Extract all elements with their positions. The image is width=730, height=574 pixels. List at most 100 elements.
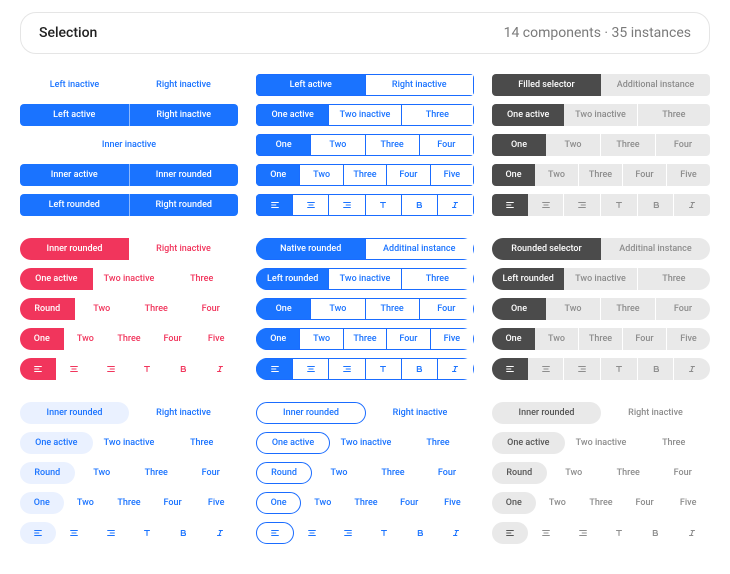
seg-one[interactable]: One: [256, 492, 301, 514]
bold-icon[interactable]: [402, 522, 438, 544]
align-center-icon[interactable]: [528, 194, 564, 216]
seg-left-rounded[interactable]: Left rounded: [20, 194, 129, 216]
type-icon[interactable]: [129, 522, 165, 544]
seg-three[interactable]: Three: [601, 462, 656, 484]
seg-three[interactable]: Three: [402, 432, 474, 454]
align-left-icon[interactable]: [256, 358, 293, 380]
seg-one[interactable]: One: [256, 134, 311, 156]
align-right-icon[interactable]: [563, 194, 600, 216]
align-left-icon[interactable]: [492, 522, 528, 544]
seg-two[interactable]: Two: [300, 328, 343, 350]
seg-right-inactive[interactable]: Right inactive: [366, 74, 475, 96]
seg-two[interactable]: Two: [75, 298, 130, 320]
italic-icon[interactable]: [674, 522, 710, 544]
align-right-icon[interactable]: [329, 194, 365, 216]
seg-two[interactable]: Two: [312, 462, 366, 484]
seg-three[interactable]: Three: [402, 104, 474, 126]
align-center-icon[interactable]: [56, 522, 92, 544]
seg-additinal-instance[interactable]: Additinal instance: [601, 238, 710, 260]
seg-three[interactable]: Three: [344, 492, 387, 514]
seg-native-rounded[interactable]: Native rounded: [256, 238, 366, 260]
seg-two[interactable]: Two: [546, 134, 600, 156]
italic-icon[interactable]: [202, 358, 238, 380]
seg-inner-active[interactable]: Inner active: [20, 164, 129, 186]
italic-icon[interactable]: [673, 358, 710, 380]
seg-one[interactable]: One: [492, 328, 535, 350]
seg-right-inactive[interactable]: Right inactive: [129, 74, 238, 96]
seg-one-active[interactable]: One active: [20, 432, 93, 454]
seg-two-inactive[interactable]: Two inactive: [329, 268, 401, 290]
align-center-icon[interactable]: [294, 522, 330, 544]
type-icon[interactable]: [366, 522, 402, 544]
seg-right-inactive[interactable]: Right inactive: [129, 104, 239, 126]
seg-five[interactable]: Five: [431, 328, 474, 350]
seg-additinal-instance[interactable]: Additinal instance: [366, 238, 475, 260]
seg-right-inactive[interactable]: Right inactive: [366, 402, 474, 424]
seg-two-inactive[interactable]: Two inactive: [565, 432, 638, 454]
align-right-icon[interactable]: [93, 522, 129, 544]
seg-four[interactable]: Four: [184, 462, 239, 484]
seg-round[interactable]: Round: [492, 462, 547, 484]
seg-four[interactable]: Four: [656, 462, 711, 484]
bold-icon[interactable]: [637, 522, 673, 544]
seg-two[interactable]: Two: [301, 492, 344, 514]
bold-icon[interactable]: [637, 358, 674, 380]
type-icon[interactable]: [129, 358, 165, 380]
type-icon[interactable]: [600, 358, 637, 380]
seg-four[interactable]: Four: [151, 328, 195, 350]
italic-icon[interactable]: [673, 194, 710, 216]
align-center-icon[interactable]: [528, 522, 564, 544]
seg-two[interactable]: Two: [300, 164, 343, 186]
seg-inner-rounded[interactable]: Inner rounded: [20, 402, 129, 424]
align-left-icon[interactable]: [256, 194, 293, 216]
seg-two[interactable]: Two: [535, 164, 578, 186]
seg-three[interactable]: Three: [129, 462, 184, 484]
bold-icon[interactable]: [402, 358, 438, 380]
seg-right-rounded[interactable]: Right rounded: [129, 194, 239, 216]
seg-three[interactable]: Three: [600, 134, 655, 156]
seg-two[interactable]: Two: [311, 298, 365, 320]
seg-two[interactable]: Two: [64, 328, 108, 350]
seg-three[interactable]: Three: [578, 328, 622, 350]
seg-three[interactable]: Three: [402, 268, 474, 290]
seg-four[interactable]: Four: [622, 328, 666, 350]
align-left-icon[interactable]: [20, 358, 56, 380]
seg-right-inactive[interactable]: Right inactive: [129, 402, 238, 424]
seg-inner-rounded[interactable]: Inner rounded: [129, 164, 239, 186]
seg-one-active[interactable]: One active: [256, 104, 329, 126]
seg-two[interactable]: Two: [75, 462, 130, 484]
seg-five[interactable]: Five: [431, 164, 474, 186]
seg-one[interactable]: One: [256, 164, 300, 186]
seg-inner-rounded[interactable]: Inner rounded: [20, 238, 129, 260]
align-center-icon[interactable]: [293, 358, 329, 380]
bold-icon[interactable]: [637, 194, 674, 216]
seg-two[interactable]: Two: [536, 492, 580, 514]
seg-left-inactive[interactable]: Left inactive: [20, 74, 129, 96]
seg-one[interactable]: One: [492, 492, 536, 514]
seg-rounded-selector[interactable]: Rounded selector: [492, 238, 601, 260]
seg-left-rounded[interactable]: Left rounded: [492, 268, 564, 290]
seg-left-active[interactable]: Left active: [20, 104, 129, 126]
seg-one[interactable]: One: [256, 298, 311, 320]
seg-three[interactable]: Three: [107, 492, 151, 514]
seg-three[interactable]: Three: [366, 298, 420, 320]
seg-right-inactive[interactable]: Right inactive: [129, 238, 238, 260]
seg-two[interactable]: Two: [64, 492, 108, 514]
seg-filled-selector[interactable]: Filled selector: [492, 74, 601, 96]
italic-icon[interactable]: [438, 522, 474, 544]
align-center-icon[interactable]: [56, 358, 92, 380]
seg-three[interactable]: Three: [578, 164, 622, 186]
seg-two-inactive[interactable]: Two inactive: [329, 104, 401, 126]
align-center-icon[interactable]: [528, 358, 564, 380]
seg-two-inactive[interactable]: Two inactive: [93, 268, 166, 290]
type-icon[interactable]: [601, 522, 637, 544]
align-left-icon[interactable]: [20, 522, 56, 544]
align-center-icon[interactable]: [293, 194, 329, 216]
align-left-icon[interactable]: [492, 358, 528, 380]
seg-three[interactable]: Three: [637, 432, 710, 454]
seg-inner-rounded[interactable]: Inner rounded: [492, 402, 601, 424]
seg-one-active[interactable]: One active: [492, 432, 565, 454]
seg-three[interactable]: Three: [366, 462, 420, 484]
italic-icon[interactable]: [438, 358, 474, 380]
seg-one-active[interactable]: One active: [20, 268, 93, 290]
